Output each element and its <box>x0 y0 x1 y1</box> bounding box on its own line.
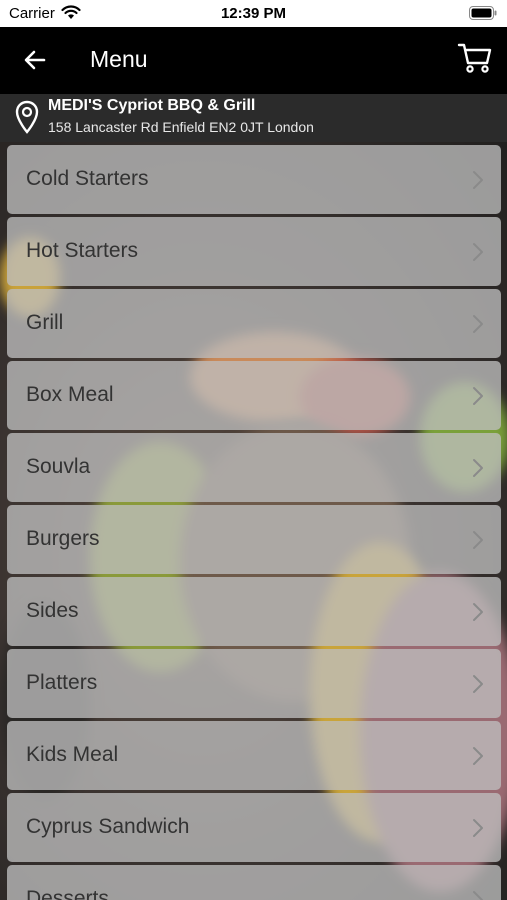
menu-category-hot-starters[interactable]: Hot Starters <box>7 217 501 286</box>
chevron-right-icon <box>472 674 484 694</box>
menu-category-label: Box Meal <box>26 383 114 406</box>
clock: 12:39 PM <box>220 5 287 22</box>
menu-category-label: Grill <box>26 311 64 334</box>
menu-category-cold-starters[interactable]: Cold Starters <box>7 145 501 214</box>
menu-category-souvla[interactable]: Souvla <box>7 433 501 502</box>
menu-category-label: Souvla <box>26 455 91 478</box>
menu-category-label: Desserts <box>26 887 109 900</box>
menu-category-label: Sides <box>26 599 79 622</box>
menu-category-grill[interactable]: Grill <box>7 289 501 358</box>
chevron-right-icon <box>472 242 484 262</box>
chevron-right-icon <box>472 602 484 622</box>
menu-category-box-meal[interactable]: Box Meal <box>7 361 501 430</box>
chevron-right-icon <box>472 530 484 550</box>
cart-icon[interactable] <box>457 41 493 75</box>
status-bar: Carrier 12:39 PM <box>0 0 507 27</box>
menu-category-label: Burgers <box>26 527 100 550</box>
menu-category-label: Hot Starters <box>26 239 139 262</box>
restaurant-info: MEDI'S Cypriot BBQ & Grill 158 Lancaster… <box>0 94 507 142</box>
chevron-right-icon <box>472 818 484 838</box>
chevron-right-icon <box>472 386 484 406</box>
menu-category-label: Platters <box>26 671 98 694</box>
menu-category-label: Cyprus Sandwich <box>26 815 190 838</box>
navigation-bar: Menu <box>0 27 507 94</box>
page-title: Menu <box>90 46 148 72</box>
menu-category-kids-meal[interactable]: Kids Meal <box>7 721 501 790</box>
location-pin-icon <box>15 100 39 139</box>
menu-category-burgers[interactable]: Burgers <box>7 505 501 574</box>
chevron-right-icon <box>472 746 484 766</box>
chevron-right-icon <box>472 890 484 900</box>
menu-category-desserts[interactable]: Desserts <box>7 865 501 900</box>
menu-category-platters[interactable]: Platters <box>7 649 501 718</box>
menu-category-sides[interactable]: Sides <box>7 577 501 646</box>
menu-category-label: Kids Meal <box>26 743 119 766</box>
chevron-right-icon <box>472 314 484 334</box>
restaurant-address: 158 Lancaster Rd Enfield EN2 0JT London <box>48 119 314 135</box>
back-arrow-icon[interactable] <box>22 47 48 73</box>
restaurant-name: MEDI'S Cypriot BBQ & Grill <box>48 97 256 114</box>
menu-category-label: Cold Starters <box>26 167 149 190</box>
chevron-right-icon <box>472 458 484 478</box>
menu-category-cyprus-sandwich[interactable]: Cyprus Sandwich <box>7 793 501 862</box>
chevron-right-icon <box>472 170 484 190</box>
battery-icon <box>469 6 497 25</box>
menu-category-list: Cold Starters Hot Starters Grill Box Mea… <box>7 145 501 900</box>
